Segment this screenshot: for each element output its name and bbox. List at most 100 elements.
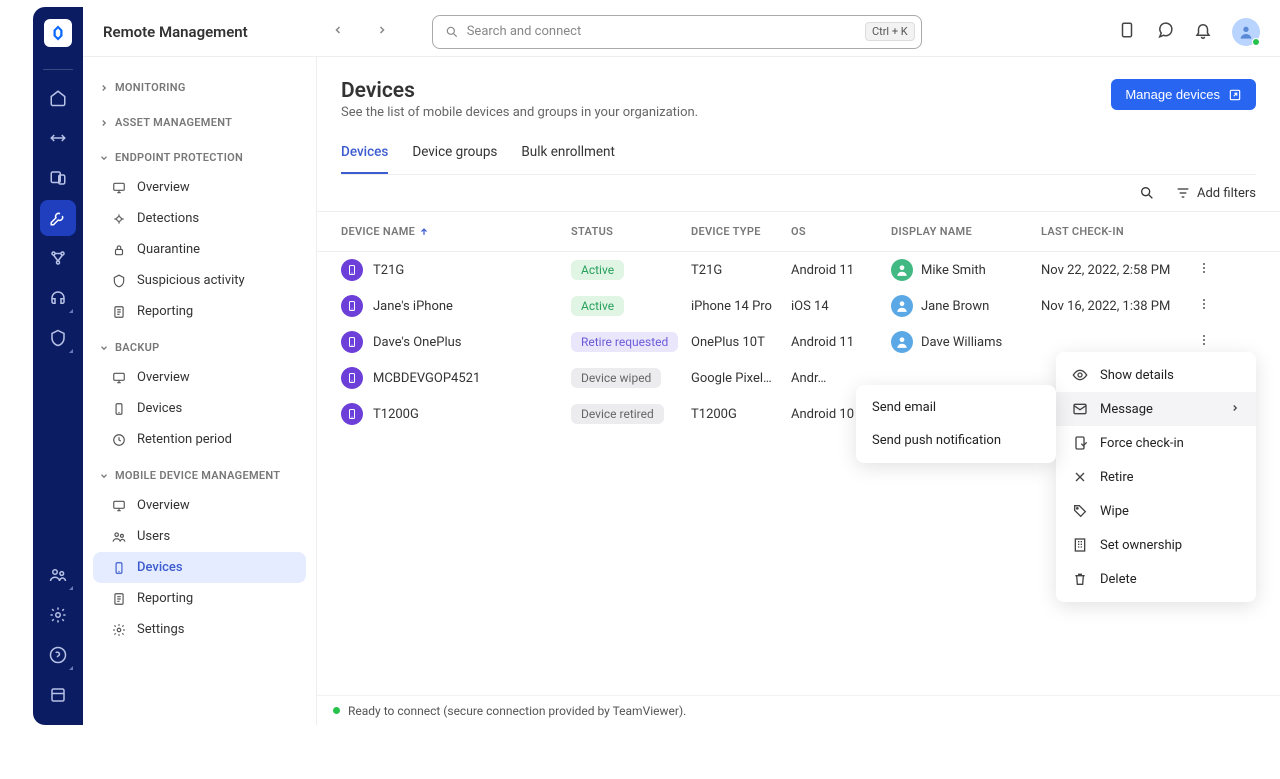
table-row[interactable]: Jane's iPhone Active iPhone 14 Pro iOS 1… [317, 288, 1280, 324]
chevron-right-icon [1230, 403, 1240, 413]
user-avatar [891, 331, 913, 353]
rail-settings[interactable] [40, 597, 76, 633]
table-search-button[interactable] [1139, 185, 1155, 201]
search-icon [445, 25, 459, 39]
sidebar-item-devices[interactable]: Devices [93, 552, 306, 583]
rail-support[interactable] [40, 280, 76, 316]
row-more-button[interactable] [1196, 260, 1226, 280]
ctx-show-details[interactable]: Show details [1056, 358, 1256, 392]
rail-users[interactable] [40, 557, 76, 593]
sidebar-item-users[interactable]: Users [93, 521, 306, 552]
nav-back[interactable] [328, 20, 348, 44]
sidebar-item-reporting[interactable]: Reporting [93, 296, 306, 327]
search-placeholder: Search and connect [467, 24, 865, 39]
context-menu: Show detailsMessageForce check-inRetireW… [1056, 352, 1256, 602]
header-tablet-icon[interactable] [1118, 21, 1136, 43]
sidebar-item-settings[interactable]: Settings [93, 614, 306, 645]
nav-forward[interactable] [372, 20, 392, 44]
th-os[interactable]: OS [791, 225, 891, 238]
monitor-icon [111, 371, 127, 385]
lock-icon [111, 243, 127, 257]
ctx-retire[interactable]: Retire [1056, 460, 1256, 494]
eye-icon [1072, 367, 1088, 383]
device-icon [341, 259, 363, 281]
th-last-check-in[interactable]: LAST CHECK-IN [1041, 225, 1196, 238]
sidebar-item-devices[interactable]: Devices [93, 393, 306, 424]
sidebar-group-endpoint-protection[interactable]: ENDPOINT PROTECTION [93, 143, 306, 172]
sidebar-item-overview[interactable]: Overview [93, 172, 306, 203]
device-icon [341, 331, 363, 353]
row-more-button[interactable] [1196, 296, 1226, 316]
sidebar-item-retention-period[interactable]: Retention period [93, 424, 306, 455]
header-avatar[interactable] [1232, 18, 1260, 46]
manage-devices-button[interactable]: Manage devices [1111, 79, 1256, 110]
ctx-sub-send-email[interactable]: Send email [856, 391, 1056, 424]
search-shortcut: Ctrl + K [865, 22, 915, 41]
sidebar-item-reporting[interactable]: Reporting [93, 583, 306, 614]
device-icon [341, 295, 363, 317]
sidebar-item-overview[interactable]: Overview [93, 362, 306, 393]
status-badge: Retire requested [571, 332, 678, 352]
ctx-force-check-in[interactable]: Force check-in [1056, 426, 1256, 460]
checkin-icon [1072, 435, 1088, 451]
user-avatar [891, 295, 913, 317]
status-bar: Ready to connect (secure connection prov… [317, 695, 1280, 725]
tab-devices[interactable]: Devices [341, 134, 388, 174]
external-icon [1228, 88, 1242, 102]
filter-icon [1175, 185, 1191, 201]
sidebar-group-monitoring[interactable]: MONITORING [93, 73, 306, 102]
more-icon [1196, 296, 1212, 312]
search-input[interactable]: Search and connect Ctrl + K [432, 15, 922, 49]
rail-help[interactable] [40, 637, 76, 673]
tab-bulk-enrollment[interactable]: Bulk enrollment [521, 134, 615, 174]
th-device-type[interactable]: DEVICE TYPE [691, 225, 791, 238]
rail-expand[interactable] [40, 677, 76, 713]
sidebar-item-detections[interactable]: Detections [93, 203, 306, 234]
th-device-name[interactable]: DEVICE NAME [341, 225, 571, 238]
add-filters-button[interactable]: Add filters [1175, 185, 1256, 201]
ctx-message[interactable]: Message [1056, 392, 1256, 426]
status-badge: Active [571, 260, 624, 280]
more-icon [1196, 332, 1212, 348]
sidebar: MONITORING ASSET MANAGEMENT ENDPOINT PROTE… [83, 57, 317, 725]
sidebar-group-mobile-device-management[interactable]: MOBILE DEVICE MANAGEMENT [93, 461, 306, 490]
status-badge: Active [571, 296, 624, 316]
status-badge: Device wiped [571, 368, 661, 388]
header-chat-icon[interactable] [1156, 21, 1174, 43]
ctx-wipe[interactable]: Wipe [1056, 494, 1256, 528]
sidebar-item-suspicious-activity[interactable]: Suspicious activity [93, 265, 306, 296]
rail-workflow[interactable] [40, 240, 76, 276]
user-avatar [891, 259, 913, 281]
rail-devices[interactable] [40, 160, 76, 196]
chevron-down-icon [99, 471, 109, 481]
rail-management[interactable] [40, 200, 76, 236]
building-icon [1072, 537, 1088, 553]
sidebar-group-backup[interactable]: BACKUP [93, 333, 306, 362]
monitor-icon [111, 499, 127, 513]
rail-remote[interactable] [40, 120, 76, 156]
tag-icon [1072, 503, 1088, 519]
row-more-button[interactable] [1196, 332, 1226, 352]
ctx-set-ownership[interactable]: Set ownership [1056, 528, 1256, 562]
th-display-name[interactable]: DISPLAY NAME [891, 225, 1041, 238]
chevron-right-icon [99, 118, 109, 128]
rail-shield[interactable] [40, 320, 76, 356]
chevron-right-icon [99, 83, 109, 93]
content-area: Devices See the list of mobile devices a… [317, 57, 1280, 725]
sidebar-item-quarantine[interactable]: Quarantine [93, 234, 306, 265]
phone-icon [111, 402, 127, 416]
sidebar-group-asset-management[interactable]: ASSET MANAGEMENT [93, 108, 306, 137]
app-logo [44, 19, 72, 47]
trash-icon [1072, 571, 1088, 587]
tab-device-groups[interactable]: Device groups [412, 134, 497, 174]
ctx-delete[interactable]: Delete [1056, 562, 1256, 596]
ctx-sub-send-push-notification[interactable]: Send push notification [856, 424, 1056, 457]
rail-home[interactable] [40, 80, 76, 116]
users-icon [111, 530, 127, 544]
sidebar-item-overview[interactable]: Overview [93, 490, 306, 521]
header-bell-icon[interactable] [1194, 21, 1212, 43]
th-status[interactable]: STATUS [571, 225, 691, 238]
x-icon [1072, 469, 1088, 485]
table-row[interactable]: T21G Active T21G Android 11 Mike Smith N… [317, 252, 1280, 288]
device-icon [341, 403, 363, 425]
